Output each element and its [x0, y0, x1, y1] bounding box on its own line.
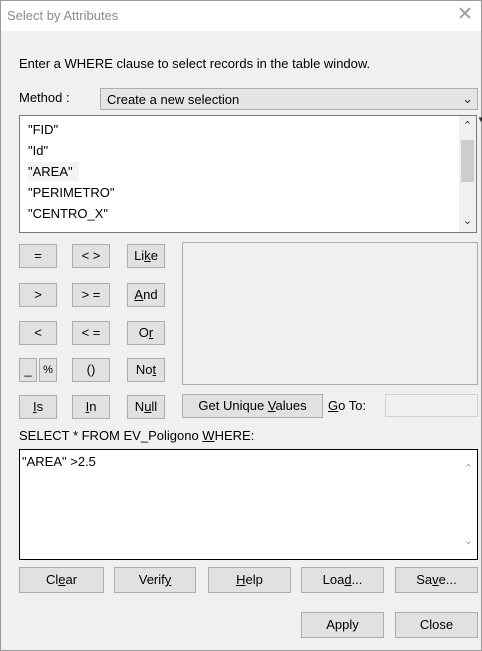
equals-button[interactable]: =	[19, 244, 57, 268]
help-button[interactable]: Help	[208, 567, 291, 593]
greater-equal-button[interactable]: > =	[72, 283, 110, 307]
like-button[interactable]: Like	[127, 244, 165, 268]
go-to-input[interactable]	[385, 394, 478, 417]
scroll-up-icon: ⌃	[463, 463, 473, 475]
select-by-attributes-dialog: Select by Attributes ✕ Enter a WHERE cla…	[0, 0, 482, 651]
less-than-button[interactable]: <	[19, 321, 57, 345]
underscore-button[interactable]: _	[19, 358, 37, 382]
method-value: Create a new selection	[107, 92, 240, 107]
get-unique-values-button[interactable]: Get Unique Values	[182, 394, 323, 418]
or-button[interactable]: Or	[127, 321, 165, 345]
unique-values-list[interactable]	[182, 242, 478, 385]
parentheses-button[interactable]: ()	[72, 358, 110, 382]
scroll-down-icon: ⌄	[463, 535, 473, 547]
field-list[interactable]: "FID" "Id" "AREA" "PERIMETRO" "CENTRO_X"…	[19, 115, 477, 233]
greater-than-button[interactable]: >	[19, 283, 57, 307]
query-prefix-label: SELECT * FROM EV_Poligono WHERE:	[19, 428, 255, 443]
in-button[interactable]: In	[72, 395, 110, 419]
close-button[interactable]: Close	[395, 612, 478, 638]
chevron-down-icon: ⌄	[462, 91, 473, 106]
scroll-down-icon[interactable]: ⌄	[459, 213, 476, 230]
instructions-text: Enter a WHERE clause to select records i…	[19, 56, 371, 71]
save-button[interactable]: Save...	[395, 567, 478, 593]
load-button[interactable]: Load...	[301, 567, 384, 593]
field-list-scrollbar[interactable]: ⌃ ⌄	[459, 116, 476, 232]
dropdown-indicator-icon: ▼	[477, 115, 482, 124]
field-item[interactable]: "CENTRO_X"	[28, 204, 114, 223]
not-equals-button[interactable]: < >	[72, 244, 110, 268]
window-title: Select by Attributes	[7, 8, 119, 23]
null-button[interactable]: Null	[127, 395, 165, 419]
method-dropdown[interactable]: Create a new selection ⌄	[100, 88, 478, 110]
close-icon[interactable]: ✕	[455, 4, 475, 26]
apply-button[interactable]: Apply	[301, 612, 384, 638]
verify-button[interactable]: Verify	[114, 567, 196, 593]
where-clause-textarea[interactable]: "AREA" >2.5 ⌃ ⌄	[19, 449, 478, 560]
scroll-thumb[interactable]	[461, 140, 474, 182]
field-item[interactable]: "FID"	[28, 120, 64, 139]
and-button[interactable]: And	[127, 283, 165, 307]
go-to-label: Go To:	[328, 398, 367, 413]
title-bar: Select by Attributes ✕	[1, 1, 481, 31]
is-button[interactable]: Is	[19, 395, 57, 419]
percent-button[interactable]: %	[39, 358, 57, 382]
field-item[interactable]: "Id"	[28, 141, 54, 160]
scroll-up-icon[interactable]: ⌃	[459, 118, 476, 135]
field-item[interactable]: "PERIMETRO"	[28, 183, 121, 202]
method-label: Method :	[19, 90, 70, 105]
clear-button[interactable]: Clear	[19, 567, 104, 593]
where-clause-text: "AREA" >2.5	[22, 454, 96, 469]
less-equal-button[interactable]: < =	[72, 321, 110, 345]
field-item-selected[interactable]: "AREA"	[28, 162, 79, 181]
not-button[interactable]: Not	[127, 358, 165, 382]
